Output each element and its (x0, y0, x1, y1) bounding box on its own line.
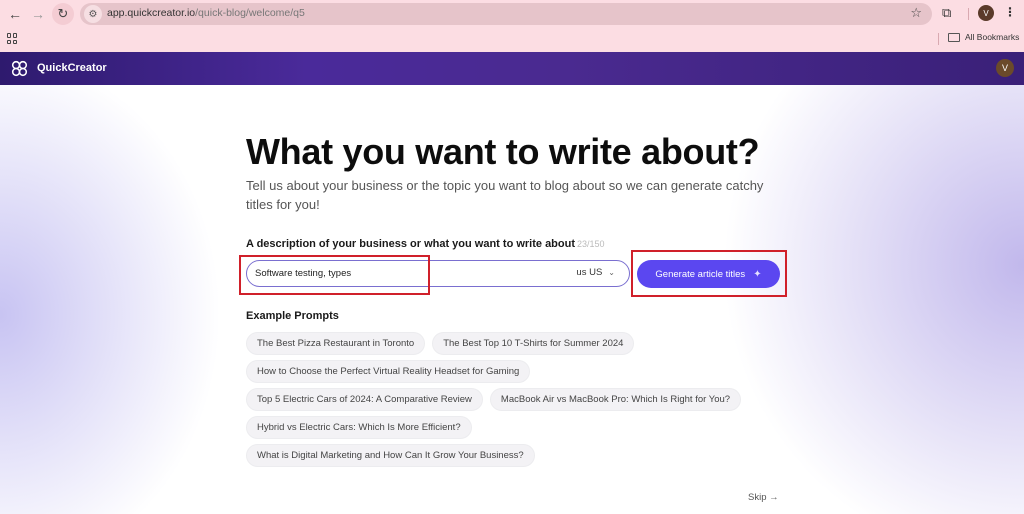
chip-row: How to Choose the Perfect Virtual Realit… (246, 360, 786, 383)
all-bookmarks-label: All Bookmarks (965, 32, 1020, 42)
skip-link[interactable]: Skip → (748, 492, 779, 503)
page-subtitle: Tell us about your business or the topic… (246, 178, 764, 212)
quickcreator-logo-icon[interactable] (11, 60, 28, 77)
arrow-right-icon: → (31, 6, 45, 22)
example-chip[interactable]: Top 5 Electric Cars of 2024: A Comparati… (246, 388, 483, 411)
url-domain: app.quickcreator.io (107, 7, 196, 19)
tune-icon: ⚙ (88, 8, 98, 20)
forward-button[interactable]: → (28, 4, 48, 24)
browser-menu-icon[interactable]: ⋮ (1004, 5, 1016, 19)
chip-row: Hybrid vs Electric Cars: Which Is More E… (246, 416, 786, 439)
annotation-box-input (239, 255, 430, 295)
bookmarks-divider (938, 33, 939, 45)
url-text[interactable]: app.quickcreator.io/quick-blog/welcome/q… (107, 7, 305, 19)
example-chip[interactable]: What is Digital Marketing and How Can It… (246, 444, 535, 467)
example-chip[interactable]: The Best Pizza Restaurant in Toronto (246, 332, 426, 355)
example-chip[interactable]: The Best Top 10 T-Shirts for Summer 2024 (432, 332, 635, 355)
chip-row: What is Digital Marketing and How Can It… (246, 444, 786, 467)
page-title: What you want to write about? (246, 131, 760, 172)
chip-row: Top 5 Electric Cars of 2024: A Comparati… (246, 388, 786, 411)
all-bookmarks-button[interactable]: All Bookmarks (948, 32, 1019, 42)
annotation-box-button (631, 250, 787, 297)
example-chip[interactable]: How to Choose the Perfect Virtual Realit… (246, 360, 531, 383)
site-info-icon[interactable]: ⚙ (84, 5, 102, 23)
example-prompts: The Best Pizza Restaurant in Toronto The… (246, 332, 786, 472)
locale-select[interactable]: us US ⌄ (576, 267, 615, 278)
arrow-left-icon: ← (8, 6, 22, 22)
character-count: 23/150 (577, 239, 605, 249)
apps-grid-icon[interactable] (7, 33, 18, 44)
browser-profile-avatar[interactable]: V (978, 5, 994, 21)
extensions-icon[interactable]: ⧉ (942, 5, 951, 21)
example-chip[interactable]: MacBook Air vs MacBook Pro: Which Is Rig… (489, 388, 742, 411)
description-label: A description of your business or what y… (246, 238, 576, 250)
browser-chrome: ← → ↻ ⚙ app.quickcreator.io/quick-blog/w… (0, 0, 1024, 52)
reload-icon: ↻ (57, 6, 69, 21)
chip-row: The Best Pizza Restaurant in Toronto The… (246, 332, 786, 355)
address-bar[interactable]: ⚙ app.quickcreator.io/quick-blog/welcome… (80, 3, 932, 25)
main-content: What you want to write about? Tell us ab… (0, 85, 1024, 514)
bookmark-star-icon[interactable]: ☆ (910, 5, 922, 21)
user-avatar[interactable]: V (996, 59, 1014, 77)
url-path: /quick-blog/welcome/q5 (195, 7, 305, 19)
folder-icon (948, 32, 960, 42)
reload-button[interactable]: ↻ (52, 3, 74, 25)
locale-value: us US (576, 267, 603, 278)
examples-heading: Example Prompts (246, 310, 339, 322)
toolbar-divider (968, 8, 969, 20)
example-chip[interactable]: Hybrid vs Electric Cars: Which Is More E… (246, 416, 472, 439)
app-header: QuickCreator V (0, 52, 1024, 85)
brand-name[interactable]: QuickCreator (37, 62, 107, 74)
back-button[interactable]: ← (5, 4, 25, 24)
chevron-down-icon: ⌄ (608, 268, 615, 277)
